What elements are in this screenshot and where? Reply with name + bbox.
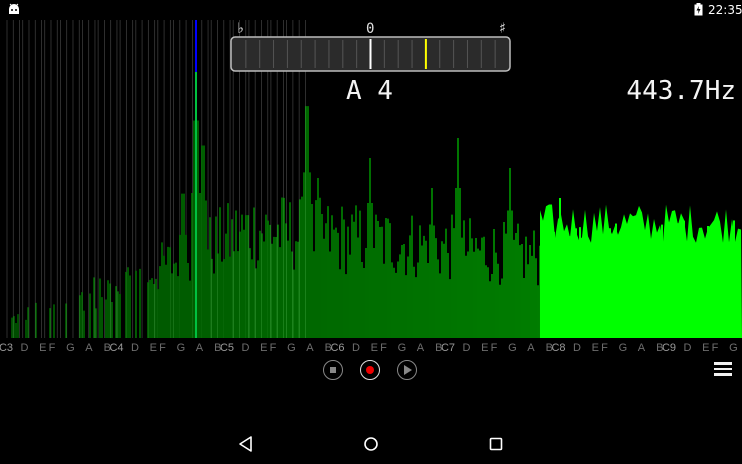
spectrum-dense-fill: [540, 204, 742, 338]
note-axis-label: G: [729, 342, 738, 354]
detected-note: A 4: [346, 76, 393, 106]
note-axis-label: D: [462, 342, 470, 354]
note-axis-label: D: [131, 342, 139, 354]
note-axis-label: C6: [330, 342, 344, 354]
note-axis-label: G: [398, 342, 407, 354]
detected-frequency: 443.7Hz: [626, 76, 736, 106]
recents-square-icon: [489, 437, 503, 451]
note-axis-label: E: [260, 342, 267, 354]
note-axis-label: C9: [662, 342, 676, 354]
note-axis: C3 D E F G A B C4 D E F G A B C5 D E F G A B C6 D E F G A B C7 D E F G A B…: [0, 340, 742, 354]
battery-charging-icon: [694, 3, 703, 16]
note-axis-label: D: [241, 342, 249, 354]
flat-symbol: ♭: [236, 19, 246, 37]
play-icon: [404, 365, 412, 375]
note-axis-label: A: [85, 342, 93, 354]
menu-button[interactable]: [714, 362, 732, 376]
hamburger-menu-icon-bar: [714, 373, 732, 376]
sharp-symbol: ♯: [498, 19, 508, 37]
back-triangle-icon: [239, 436, 252, 452]
note-axis-labels: C3 D E F G A BC4 D E F G A BC5 D E F G A BC6 D E F G A BC7 D E F G A B…: [0, 342, 738, 354]
note-axis-label: F: [491, 342, 498, 354]
note-axis-label: E: [150, 342, 157, 354]
note-axis-label: F: [159, 342, 166, 354]
note-axis-label: C3: [0, 342, 13, 354]
play-button[interactable]: [397, 360, 417, 380]
stop-button[interactable]: [323, 360, 343, 380]
note-axis-label: C8: [551, 342, 565, 354]
zero-label: 0: [366, 21, 375, 37]
note-axis-label: G: [66, 342, 75, 354]
note-axis-label: A: [417, 342, 425, 354]
note-axis-label: A: [196, 342, 204, 354]
note-axis-label: A: [527, 342, 535, 354]
tuner-meter: [230, 36, 511, 72]
note-axis-label: A: [638, 342, 646, 354]
note-axis-label: C5: [220, 342, 234, 354]
note-axis-label: F: [712, 342, 719, 354]
note-axis-label: D: [20, 342, 28, 354]
recents-button[interactable]: [486, 434, 506, 454]
note-axis-label: E: [481, 342, 488, 354]
note-axis-label: F: [380, 342, 387, 354]
note-axis-label: E: [371, 342, 378, 354]
stop-icon: [329, 366, 336, 373]
playback-controls: [0, 356, 742, 386]
note-axis-label: E: [39, 342, 46, 354]
record-button[interactable]: [360, 360, 380, 380]
status-bar: 22:35: [0, 0, 742, 20]
note-axis-label: D: [683, 342, 691, 354]
note-axis-label: G: [508, 342, 517, 354]
note-axis-label: E: [592, 342, 599, 354]
back-button[interactable]: [236, 434, 256, 454]
note-axis-label: F: [49, 342, 56, 354]
note-axis-label: G: [287, 342, 296, 354]
home-circle-icon: [364, 437, 378, 451]
navigation-bar: [0, 424, 742, 464]
home-button[interactable]: [361, 434, 381, 454]
note-axis-label: A: [306, 342, 314, 354]
note-axis-label: D: [352, 342, 360, 354]
hamburger-menu-icon: [714, 362, 732, 365]
note-axis-label: G: [177, 342, 186, 354]
note-axis-label: F: [601, 342, 608, 354]
status-clock: 22:35: [708, 3, 742, 17]
note-axis-label: D: [573, 342, 581, 354]
hamburger-menu-icon-bar: [714, 367, 732, 370]
note-axis-label: E: [702, 342, 709, 354]
note-axis-label: C4: [109, 342, 123, 354]
note-axis-label: G: [619, 342, 628, 354]
note-axis-label: C7: [441, 342, 455, 354]
android-debug-icon: [9, 3, 19, 14]
note-axis-label: F: [270, 342, 277, 354]
tuner-scale: [230, 36, 511, 72]
record-icon: [365, 365, 374, 374]
